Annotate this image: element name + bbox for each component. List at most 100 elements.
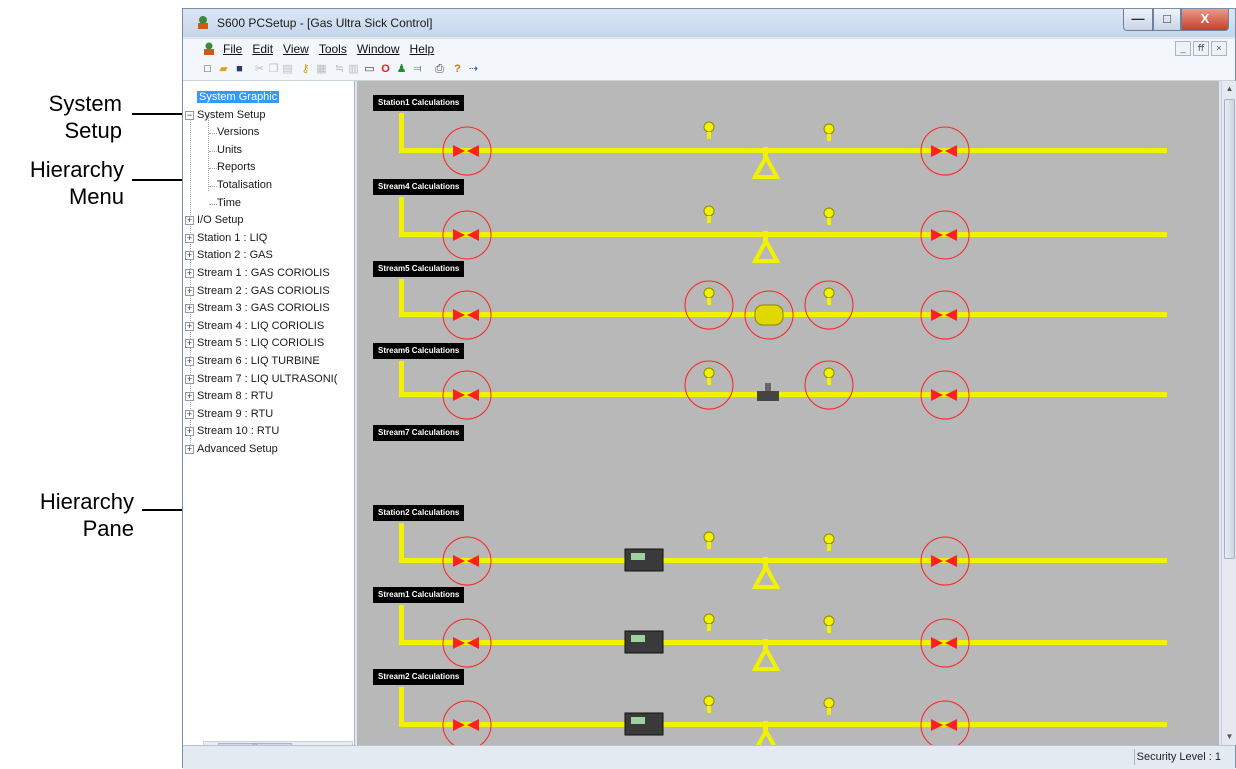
calculations-button[interactable]: Stream7 Calculations: [373, 425, 465, 441]
valve-icon: [453, 637, 465, 649]
collapse-icon[interactable]: −: [185, 110, 194, 120]
arrow-icon[interactable]: ⇢: [467, 63, 480, 76]
title-bar[interactable]: S600 PCSetup - [Gas Ultra Sick Control] …: [183, 9, 1235, 37]
scroll-up-icon[interactable]: ▲: [1222, 81, 1236, 97]
disabled-icon[interactable]: ▦: [315, 63, 328, 76]
tree-item-stream-2-gas-coriolis[interactable]: + Stream 2 : GAS CORIOLIS: [185, 283, 330, 300]
tree-item-system-graphic[interactable]: System Graphic: [197, 89, 280, 106]
red-circle-icon[interactable]: O: [379, 63, 392, 76]
expand-icon[interactable]: +: [185, 233, 194, 243]
tree-item-totalisation[interactable]: Totalisation: [217, 177, 272, 194]
menu-item-edit[interactable]: Edit: [252, 42, 273, 56]
valve-icon: [945, 309, 957, 321]
calculations-button[interactable]: Stream6 Calculations: [373, 343, 465, 359]
copy-icon[interactable]: ❐: [267, 63, 280, 76]
expand-icon[interactable]: +: [185, 445, 194, 454]
tree-item-label: I/O Setup: [197, 214, 244, 227]
valve-icon: [945, 389, 957, 401]
tree-item-units[interactable]: Units: [217, 142, 242, 159]
tree-item-label: Stream 4 : LIQ CORIOLIS: [197, 319, 325, 332]
cut-icon[interactable]: ✂: [253, 63, 266, 76]
tree-line: [209, 203, 217, 205]
tree-item-station-1-liq[interactable]: + Station 1 : LIQ: [185, 230, 267, 247]
expand-icon[interactable]: +: [185, 251, 194, 261]
vertical-scrollbar[interactable]: ▲ ▼: [1221, 81, 1236, 745]
transmitter-stem: [827, 298, 831, 305]
rectangle-icon[interactable]: ▭: [363, 63, 376, 76]
calculations-button[interactable]: Stream2 Calculations: [373, 669, 465, 685]
tree-item-stream-3-gas-coriolis[interactable]: + Stream 3 : GAS CORIOLIS: [185, 300, 330, 317]
expand-icon[interactable]: +: [185, 216, 194, 226]
key-icon[interactable]: ⚷: [299, 63, 312, 76]
calculations-button[interactable]: Stream1 Calculations: [373, 587, 465, 603]
close-icon: X: [1200, 11, 1210, 26]
callout-hierarchy-menu: Hierarchy Menu: [8, 156, 124, 210]
tree-item-stream-10-rtu[interactable]: + Stream 10 : RTU: [185, 423, 279, 440]
tree-item-i-o-setup[interactable]: + I/O Setup: [185, 212, 243, 229]
tree-item-stream-5-liq-coriolis[interactable]: + Stream 5 : LIQ CORIOLIS: [185, 335, 324, 352]
menu-item-window[interactable]: Window: [357, 42, 400, 56]
transmitter-icon: [703, 531, 715, 543]
valve-icon: [453, 555, 465, 567]
tree-item-stream-8-rtu[interactable]: + Stream 8 : RTU: [185, 388, 273, 405]
plug-icon[interactable]: ⫤: [411, 63, 424, 76]
expand-icon[interactable]: +: [185, 286, 194, 296]
green-user-icon[interactable]: ♟: [395, 63, 408, 76]
menu-bar: File Edit View Tools Window Help _ ﬀ ×: [183, 39, 1235, 59]
transmitter-icon: [703, 205, 715, 217]
calculations-button[interactable]: Stream4 Calculations: [373, 179, 465, 195]
menu-item-file[interactable]: File: [223, 42, 242, 56]
new-file-icon[interactable]: □: [201, 63, 214, 76]
tree-item-time[interactable]: Time: [217, 195, 241, 212]
tree-item-versions[interactable]: Versions: [217, 124, 259, 141]
tree-item-stream-6-liq-turbine[interactable]: + Stream 6 : LIQ TURBINE: [185, 353, 320, 370]
tree-item-stream-1-gas-coriolis[interactable]: + Stream 1 : GAS CORIOLIS: [185, 265, 330, 282]
expand-icon[interactable]: +: [185, 357, 194, 366]
tree-item-system-setup[interactable]: − System Setup: [185, 107, 265, 124]
open-folder-icon[interactable]: ▰: [217, 63, 230, 76]
mdi-restore-button[interactable]: ﬀ: [1193, 41, 1209, 56]
scroll-down-icon[interactable]: ▼: [1222, 729, 1236, 745]
mdi-minimize-button[interactable]: _: [1175, 41, 1191, 56]
expand-icon[interactable]: +: [185, 321, 194, 331]
print-icon[interactable]: ⎙: [433, 63, 446, 76]
menu-item-help[interactable]: Help: [410, 42, 435, 56]
tree-item-station-2-gas[interactable]: + Station 2 : GAS: [185, 247, 273, 264]
maximize-button[interactable]: □: [1153, 9, 1181, 31]
mdi-close-button[interactable]: ×: [1211, 41, 1227, 56]
minimize-button[interactable]: —: [1123, 9, 1153, 31]
security-level: Security Level : 1: [1136, 751, 1221, 763]
menu-item-view[interactable]: View: [283, 42, 309, 56]
close-button[interactable]: X: [1181, 9, 1229, 31]
document-app-icon[interactable]: [201, 42, 217, 56]
expand-icon[interactable]: +: [185, 392, 194, 402]
callout-hierarchy-menu-line2: Menu: [68, 184, 124, 209]
tree-item-stream-4-liq-coriolis[interactable]: + Stream 4 : LIQ CORIOLIS: [185, 318, 324, 335]
save-icon[interactable]: ■: [233, 63, 246, 76]
help-icon[interactable]: ?: [451, 63, 464, 76]
tree-item-stream-9-rtu[interactable]: + Stream 9 : RTU: [185, 406, 273, 423]
expand-icon[interactable]: +: [185, 304, 194, 314]
paste-icon[interactable]: ▤: [281, 63, 294, 76]
calculations-button[interactable]: Station2 Calculations: [373, 505, 465, 521]
valve-icon: [453, 309, 465, 321]
menu-item-tools[interactable]: Tools: [319, 42, 347, 56]
tree-line: [209, 168, 217, 170]
tree-item-label: Stream 3 : GAS CORIOLIS: [197, 302, 330, 315]
expand-icon[interactable]: +: [185, 269, 194, 278]
tree-item-stream-7-liq-ultrasoni[interactable]: + Stream 7 : LIQ ULTRASONI(: [185, 371, 337, 388]
expand-icon[interactable]: +: [185, 339, 194, 349]
disabled-icon[interactable]: ▥: [347, 63, 360, 76]
vertical-scrollbar-thumb[interactable]: [1224, 99, 1235, 559]
transmitter-stem: [707, 706, 711, 713]
tree-item-reports[interactable]: Reports: [217, 159, 256, 176]
tree-item-advanced-setup[interactable]: + Advanced Setup: [185, 441, 278, 458]
calculations-button[interactable]: Station1 Calculations: [373, 95, 465, 111]
valve-icon: [931, 555, 943, 567]
calculations-button[interactable]: Stream5 Calculations: [373, 261, 465, 277]
transmitter-stem: [827, 218, 831, 225]
expand-icon[interactable]: +: [185, 409, 194, 419]
disabled-icon[interactable]: ≒: [333, 63, 346, 76]
expand-icon[interactable]: +: [185, 427, 194, 437]
expand-icon[interactable]: +: [185, 374, 194, 384]
